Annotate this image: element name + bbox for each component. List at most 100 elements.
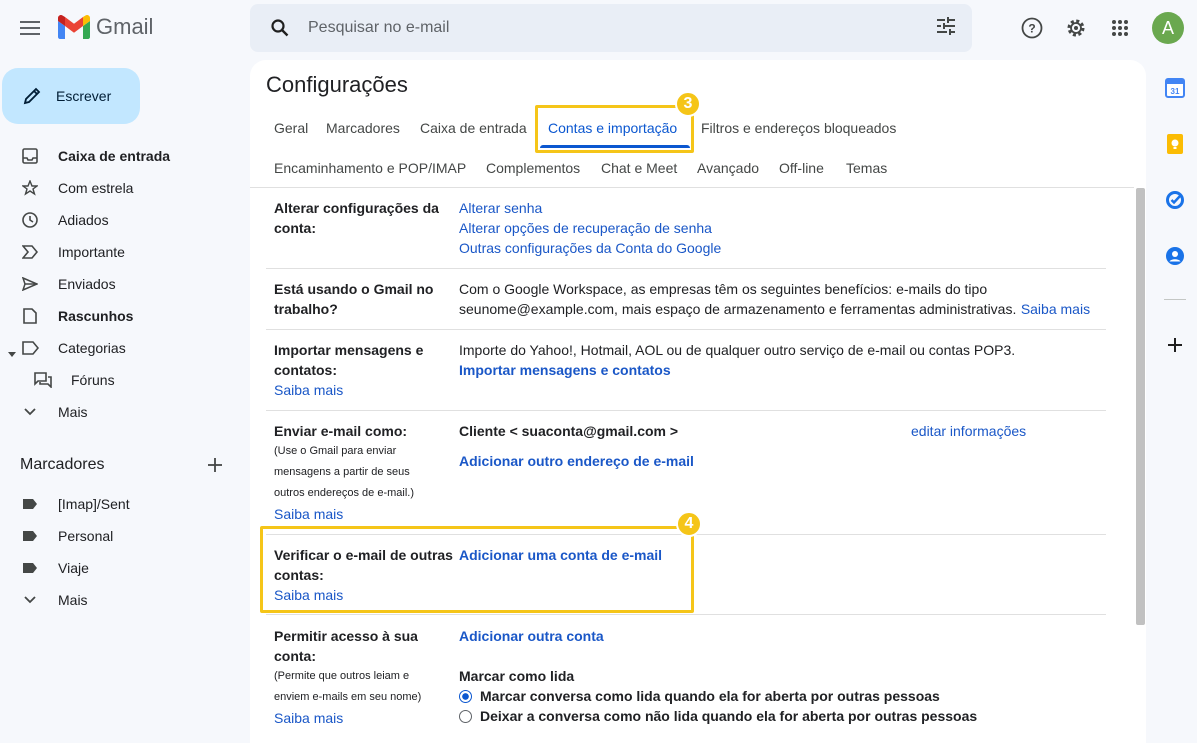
send-as-learn-more-link[interactable]: Saiba mais xyxy=(274,504,343,524)
nav-item-snoozed[interactable]: Adiados xyxy=(0,204,236,236)
label-outline-icon xyxy=(20,338,40,358)
nav-item-categories[interactable]: Categorias xyxy=(0,332,236,364)
label-item-viaje[interactable]: Viaje xyxy=(0,552,236,584)
nav-item-starred[interactable]: Com estrela xyxy=(0,172,236,204)
nav-item-forums[interactable]: Fóruns xyxy=(0,364,236,396)
gmail-logo[interactable]: Gmail xyxy=(58,14,153,40)
search-bar[interactable] xyxy=(250,4,972,52)
send-as-hint-line1: (Use o Gmail para enviar xyxy=(274,445,397,457)
recovery-options-link[interactable]: Alterar opções de recuperação de senha xyxy=(459,218,712,238)
gmail-m-icon xyxy=(58,15,90,39)
account-avatar[interactable]: A xyxy=(1152,12,1184,44)
keep-unread-option-label: Deixar a conversa como não lida quando e… xyxy=(480,708,978,724)
send-icon xyxy=(20,274,40,294)
send-as-label: Enviar e-mail como: xyxy=(274,423,408,439)
search-options-icon[interactable] xyxy=(936,16,956,41)
grant-access-hint-line2: enviem e-mails em seu nome) xyxy=(274,691,422,703)
draft-icon xyxy=(20,306,40,326)
keep-unread-option[interactable]: Deixar a conversa como não lida quando e… xyxy=(459,706,977,726)
change-password-link[interactable]: Alterar senha xyxy=(459,198,542,218)
workspace-label: Está usando o Gmail no trabalho? xyxy=(274,281,434,317)
tabs-divider xyxy=(250,187,1134,188)
apps-grid-icon[interactable] xyxy=(1100,8,1140,48)
tasks-icon[interactable] xyxy=(1164,189,1186,211)
search-icon[interactable] xyxy=(262,10,298,46)
clock-icon xyxy=(20,210,40,230)
inbox-icon xyxy=(20,146,40,166)
mark-as-read-title: Marcar como lida xyxy=(459,668,575,684)
row-divider xyxy=(266,410,1106,411)
calendar-icon[interactable]: 31 xyxy=(1164,77,1186,99)
tab-offline[interactable]: Off-line xyxy=(779,160,824,176)
highlight-box-4 xyxy=(260,526,694,613)
settings-gear-icon[interactable] xyxy=(1056,8,1096,48)
grant-access-learn-more-link[interactable]: Saiba mais xyxy=(274,708,343,728)
labels-more[interactable]: Mais xyxy=(0,584,236,616)
label-filled-icon xyxy=(20,526,40,546)
tab-chat-meet[interactable]: Chat e Meet xyxy=(601,160,677,176)
tab-labels[interactable]: Marcadores xyxy=(326,120,400,136)
step-badge-4: 4 xyxy=(676,511,702,537)
main-menu-button[interactable] xyxy=(10,8,50,48)
edit-info-link[interactable]: editar informações xyxy=(911,421,1026,441)
star-icon xyxy=(20,178,40,198)
workspace-text-line2: seunome@example.com, mais espaço de arma… xyxy=(459,301,1017,317)
chevron-down-icon xyxy=(20,590,40,610)
app-name: Gmail xyxy=(96,14,154,39)
google-account-settings-link[interactable]: Outras configurações da Conta do Google xyxy=(459,238,721,258)
forum-icon xyxy=(33,370,53,390)
pencil-icon xyxy=(23,87,41,105)
get-addons-plus-icon[interactable] xyxy=(1164,334,1186,356)
workspace-learn-more-link[interactable]: Saiba mais xyxy=(1021,301,1090,317)
page-title: Configurações xyxy=(266,72,408,97)
chevron-down-icon xyxy=(20,402,40,422)
step-badge-3: 3 xyxy=(675,91,701,117)
tab-filters[interactable]: Filtros e endereços bloqueados xyxy=(701,120,896,136)
nav-item-drafts[interactable]: Rascunhos xyxy=(0,300,236,332)
tab-forwarding-pop-imap[interactable]: Encaminhamento e POP/IMAP xyxy=(274,160,466,176)
workspace-text-line1: Com o Google Workspace, as empresas têm … xyxy=(459,281,988,297)
grant-access-label: Permitir acesso à sua conta: xyxy=(274,628,418,664)
caret-down-icon[interactable] xyxy=(8,345,16,361)
contacts-icon[interactable] xyxy=(1164,245,1186,267)
help-icon[interactable]: ? xyxy=(1012,8,1052,48)
nav-item-sent[interactable]: Enviados xyxy=(0,268,236,300)
row-divider xyxy=(266,329,1106,330)
mark-read-option-label: Marcar conversa como lida quando ela for… xyxy=(480,688,940,704)
tab-general[interactable]: Geral xyxy=(274,120,308,136)
labels-section-title: Marcadores xyxy=(20,456,105,473)
add-another-account-link[interactable]: Adicionar outra conta xyxy=(459,626,604,646)
account-settings-label: Alterar configurações da conta: xyxy=(274,200,439,236)
tab-inbox[interactable]: Caixa de entrada xyxy=(420,120,527,136)
import-messages-contacts-link[interactable]: Importar mensagens e contatos xyxy=(459,360,671,380)
nav-item-important[interactable]: Importante xyxy=(0,236,236,268)
search-input[interactable] xyxy=(308,19,908,37)
label-item-personal[interactable]: Personal xyxy=(0,520,236,552)
mark-read-option[interactable]: Marcar conversa como lida quando ela for… xyxy=(459,686,940,706)
important-icon xyxy=(20,242,40,262)
add-another-address-link[interactable]: Adicionar outro endereço de e-mail xyxy=(459,451,694,471)
compose-button[interactable]: Escrever xyxy=(2,68,140,124)
tab-advanced[interactable]: Avançado xyxy=(697,160,759,176)
nav-item-more[interactable]: Mais xyxy=(0,396,236,428)
label-filled-icon xyxy=(20,558,40,578)
row-divider xyxy=(266,268,1106,269)
label-filled-icon xyxy=(20,494,40,514)
tab-addons[interactable]: Complementos xyxy=(486,160,580,176)
scrollbar-thumb[interactable] xyxy=(1136,188,1145,625)
send-as-hint-line3: outros endereços de e-mail.) xyxy=(274,487,415,499)
label-item-imap-sent[interactable]: [Imap]/Sent xyxy=(0,488,236,520)
compose-label: Escrever xyxy=(56,88,112,104)
nav-item-inbox[interactable]: Caixa de entrada xyxy=(0,140,236,172)
tab-themes[interactable]: Temas xyxy=(846,160,887,176)
send-as-hint-line2: mensagens a partir de seus xyxy=(274,466,410,478)
svg-text:?: ? xyxy=(1028,22,1035,36)
grant-access-hint-line1: (Permite que outros leiam e xyxy=(274,670,410,682)
import-learn-more-link[interactable]: Saiba mais xyxy=(274,380,343,400)
keep-unread-radio[interactable] xyxy=(459,709,472,723)
send-as-address: Cliente < suaconta@gmail.com > xyxy=(459,423,679,439)
mark-read-radio[interactable] xyxy=(459,689,472,703)
keep-icon[interactable] xyxy=(1164,133,1186,155)
import-description: Importe do Yahoo!, Hotmail, AOL ou de qu… xyxy=(459,342,1016,358)
create-label-icon[interactable] xyxy=(206,456,224,479)
